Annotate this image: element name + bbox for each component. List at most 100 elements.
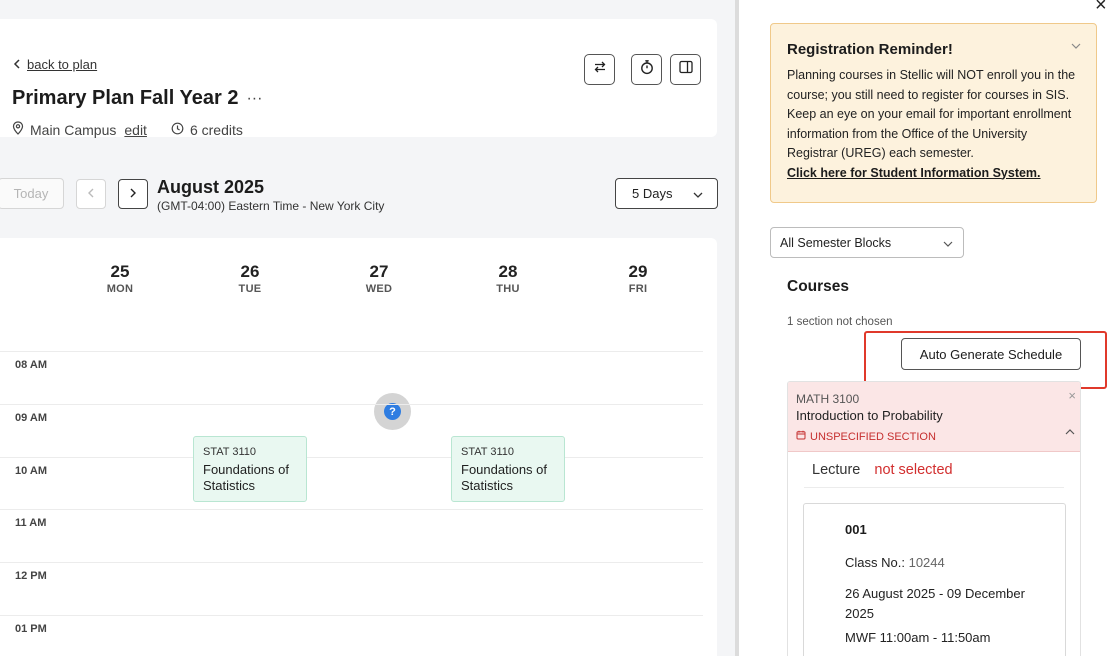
day-number: 28 <box>498 262 518 281</box>
plan-title-text: Primary Plan Fall Year 2 <box>12 87 239 109</box>
more-options-icon[interactable]: ··· <box>246 90 262 108</box>
chevron-left-icon <box>13 57 21 72</box>
swap-arrows-icon <box>592 59 608 80</box>
collapse-chevron-icon[interactable] <box>1071 38 1081 52</box>
toggle-sidebar-button[interactable] <box>670 54 701 85</box>
day-of-week: FRI <box>628 283 648 295</box>
auto-generate-schedule-button[interactable]: Auto Generate Schedule <box>901 338 1081 370</box>
back-link-label[interactable]: back to plan <box>27 57 97 72</box>
next-week-button[interactable] <box>118 179 148 209</box>
plan-meta: Main Campus edit 6 credits <box>12 121 243 138</box>
hour-label: 10 AM <box>15 464 47 477</box>
section-meeting-time: MWF 11:00am - 11:50am <box>845 630 991 645</box>
day-number: 27 <box>369 262 389 281</box>
calendar-event[interactable]: STAT 3110 Foundations of Statistics <box>451 435 565 502</box>
day-header: 26 TUE <box>210 262 290 295</box>
course-name: Introduction to Probability <box>796 408 943 423</box>
calendar-event[interactable]: STAT 3110 Foundations of Statistics <box>193 435 307 502</box>
view-range-value: 5 Days <box>632 186 673 201</box>
registration-reminder: Registration Reminder! Planning courses … <box>770 23 1097 203</box>
sections-not-chosen-note: 1 section not chosen <box>787 316 893 328</box>
remove-course-icon[interactable]: × <box>1068 388 1076 403</box>
event-course-code: STAT 3110 <box>461 445 514 458</box>
semester-blocks-value: All Semester Blocks <box>780 235 892 250</box>
courses-heading: Courses <box>787 278 850 295</box>
hour-label: 01 PM <box>15 623 47 635</box>
today-button[interactable]: Today <box>0 178 64 209</box>
unspecified-section-warning: UNSPECIFIED SECTION <box>796 430 936 443</box>
day-number: 25 <box>110 262 130 281</box>
calendar-warning-icon <box>796 430 806 443</box>
course-card-header[interactable]: MATH 3100 Introduction to Probability UN… <box>788 382 1080 452</box>
clock-icon <box>171 122 184 138</box>
component-status: not selected <box>874 462 953 478</box>
chevron-down-icon <box>693 186 703 201</box>
plan-header-card: back to plan Primary Plan Fall Year 2 ··… <box>0 19 717 138</box>
help-question-icon: ? <box>384 403 401 420</box>
sis-link[interactable]: Click here for Student Information Syste… <box>787 164 1080 184</box>
section-option-card[interactable]: 001 Class No.: 10244 26 August 2025 - 09… <box>803 503 1066 656</box>
hour-gridline <box>0 351 703 352</box>
class-number-row: Class No.: 10244 <box>845 555 1065 570</box>
class-number-label: Class No.: <box>845 555 905 570</box>
plan-title: Primary Plan Fall Year 2 ··· <box>12 87 262 110</box>
event-course-title: Foundations of Statistics <box>203 461 290 493</box>
help-button[interactable]: ? <box>374 393 411 430</box>
close-icon[interactable]: × <box>1095 0 1107 17</box>
reminder-title: Registration Reminder! <box>787 41 953 58</box>
class-number-value: 10244 <box>908 555 945 570</box>
day-header: 25 MON <box>80 262 160 295</box>
hour-label: 09 AM <box>15 411 47 424</box>
course-code: MATH 3100 <box>796 392 860 406</box>
hour-gridline <box>0 562 703 564</box>
view-range-select[interactable]: 5 Days <box>615 178 718 209</box>
day-of-week: THU <box>496 283 520 295</box>
event-course-title: Foundations of Statistics <box>461 461 548 493</box>
hour-gridline <box>0 403 703 405</box>
day-number: 29 <box>628 262 648 281</box>
hour-gridline <box>0 615 703 616</box>
day-header: 27 WED <box>339 262 419 295</box>
chevron-down-icon <box>943 236 953 250</box>
reminder-body: Planning courses in Stellic will NOT enr… <box>787 68 1076 160</box>
chevron-up-icon[interactable] <box>1065 426 1075 438</box>
timer-button[interactable] <box>631 54 662 85</box>
divider <box>804 487 1064 488</box>
lecture-component-row: Lecture not selected <box>812 462 953 478</box>
current-month: August 2025 <box>157 177 265 197</box>
component-label: Lecture <box>812 462 861 478</box>
planner-panel: back to plan Primary Plan Fall Year 2 ··… <box>0 0 737 656</box>
semester-blocks-select[interactable]: All Semester Blocks <box>770 227 964 258</box>
warning-text: UNSPECIFIED SECTION <box>810 430 936 443</box>
chevron-left-icon <box>87 185 95 203</box>
day-header: 29 FRI <box>598 262 678 295</box>
section-dates: 26 August 2025 - 09 December 2025 <box>845 586 1025 621</box>
day-of-week: TUE <box>238 283 262 295</box>
sidebar-panel-icon <box>678 59 694 80</box>
credits-count: 6 credits <box>189 121 243 138</box>
previous-week-button[interactable] <box>76 179 106 209</box>
course-card: MATH 3100 Introduction to Probability UN… <box>787 381 1081 656</box>
campus-name: Main Campus <box>30 121 117 138</box>
calendar-grid: ? 25 MON 26 TUE 27 WED 28 THU 29 FRI 08 AM 09 AM 10 … <box>0 238 717 656</box>
day-of-week: WED <box>365 283 393 295</box>
hour-label: 11 AM <box>15 517 47 530</box>
swap-button[interactable] <box>584 54 615 85</box>
section-number: 001 <box>845 522 867 537</box>
chevron-right-icon <box>129 185 137 203</box>
edit-campus-link[interactable]: edit <box>124 122 147 138</box>
hour-label: 12 PM <box>15 570 47 583</box>
event-course-code: STAT 3110 <box>203 445 256 458</box>
day-number: 26 <box>240 262 260 281</box>
location-pin-icon <box>12 121 24 138</box>
day-of-week: MON <box>106 283 134 295</box>
day-header: 28 THU <box>468 262 548 295</box>
hour-gridline <box>0 509 703 511</box>
hour-label: 08 AM <box>15 359 47 371</box>
stopwatch-icon <box>639 59 655 80</box>
back-to-plan-link[interactable]: back to plan <box>13 57 97 72</box>
timezone-label: (GMT-04:00) Eastern Time - New York City <box>157 199 385 213</box>
hour-gridline <box>0 456 703 458</box>
course-sidebar: × Registration Reminder! Planning course… <box>739 0 1120 656</box>
calendar-toolbar: Today August 2025 (GMT-04:00) Eastern Ti… <box>0 177 720 213</box>
